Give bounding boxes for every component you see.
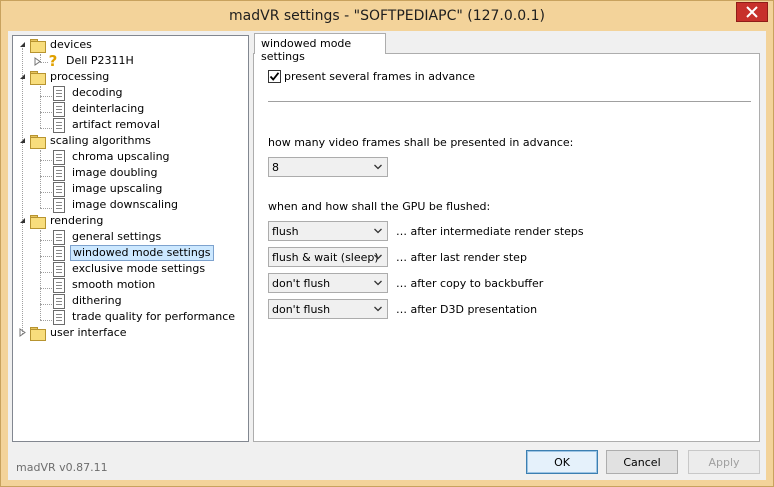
page-icon	[53, 181, 65, 197]
folder-icon	[29, 326, 46, 341]
flush-backbuffer-select[interactable]: don't flush	[268, 273, 388, 293]
gpu-flush-label: when and how shall the GPU be flushed:	[268, 200, 491, 213]
page-icon	[53, 117, 65, 133]
tree-item-devices[interactable]: devices	[29, 37, 94, 53]
page-icon	[53, 277, 65, 293]
present-frames-option[interactable]: present several frames in advance	[268, 70, 475, 83]
present-frames-label: present several frames in advance	[284, 70, 476, 83]
expand-user-interface-toggle[interactable]	[18, 328, 27, 337]
close-icon	[746, 6, 758, 18]
flush-last-step-select[interactable]: flush & wait (sleep)	[268, 247, 388, 267]
settings-window: madVR settings - "SOFTPEDIAPC" (127.0.0.…	[0, 0, 774, 487]
section-divider	[268, 101, 751, 102]
flush-last-step-label: … after last render step	[396, 251, 527, 264]
chevron-down-icon	[374, 254, 382, 260]
tree-item-image-upscaling[interactable]: image upscaling	[53, 181, 164, 197]
flush-intermediate-select[interactable]: flush	[268, 221, 388, 241]
unknown-device-icon: ?	[48, 52, 58, 70]
tree-item-image-downscaling[interactable]: image downscaling	[53, 197, 180, 213]
expanded-arrow-icon	[20, 138, 25, 143]
title-bar[interactable]: madVR settings - "SOFTPEDIAPC" (127.0.0.…	[1, 1, 773, 31]
tree-item-image-doubling[interactable]: image doubling	[53, 165, 160, 181]
folder-icon	[29, 134, 46, 149]
frames-in-advance-select[interactable]: 8	[268, 157, 388, 177]
tree-item-scaling-algorithms[interactable]: scaling algorithms	[29, 133, 153, 149]
tree-item-exclusive-mode-settings[interactable]: exclusive mode settings	[53, 261, 207, 277]
tree-item-artifact-removal[interactable]: artifact removal	[53, 117, 162, 133]
ok-button[interactable]: OK	[526, 450, 598, 474]
tree-item-dell-p2311h[interactable]: ? Dell P2311H	[45, 53, 136, 69]
expand-device-toggle[interactable]	[33, 57, 42, 66]
chevron-down-icon	[374, 306, 382, 312]
folder-icon	[29, 38, 46, 53]
tree-item-windowed-mode-settings[interactable]: windowed mode settings	[53, 245, 214, 261]
flush-intermediate-label: … after intermediate render steps	[396, 225, 584, 238]
tree-item-general-settings[interactable]: general settings	[53, 229, 163, 245]
collapse-devices-toggle[interactable]	[18, 40, 27, 49]
tree-item-deinterlacing[interactable]: deinterlacing	[53, 101, 146, 117]
page-icon	[53, 165, 65, 181]
flush-d3d-label: … after D3D presentation	[396, 303, 538, 316]
settings-tree[interactable]: devices ? Dell P2311H processing decoding…	[12, 35, 249, 442]
windowed-mode-settings-panel: present several frames in advance how ma…	[253, 53, 760, 442]
version-label: madVR v0.87.11	[16, 461, 108, 474]
expanded-arrow-icon	[20, 218, 25, 223]
checkmark-icon	[269, 72, 280, 81]
expanded-arrow-icon	[20, 74, 25, 79]
page-icon	[53, 85, 65, 101]
chevron-down-icon	[374, 228, 382, 234]
page-icon	[53, 261, 65, 277]
tree-item-rendering[interactable]: rendering	[29, 213, 105, 229]
apply-button[interactable]: Apply	[688, 450, 760, 474]
tree-item-processing[interactable]: processing	[29, 69, 111, 85]
page-icon	[53, 149, 65, 165]
flush-backbuffer-label: … after copy to backbuffer	[396, 277, 544, 290]
frames-in-advance-label: how many video frames shall be presented…	[268, 136, 574, 149]
close-button[interactable]	[736, 2, 768, 22]
page-icon	[53, 229, 65, 245]
collapse-scaling-toggle[interactable]	[18, 136, 27, 145]
tree-item-chroma-upscaling[interactable]: chroma upscaling	[53, 149, 172, 165]
page-icon	[53, 293, 65, 309]
tree-item-decoding[interactable]: decoding	[53, 85, 125, 101]
tree-item-trade-quality[interactable]: trade quality for performance	[53, 309, 237, 325]
collapsed-arrow-icon	[19, 328, 26, 337]
folder-icon	[29, 214, 46, 229]
expanded-arrow-icon	[20, 42, 25, 47]
collapse-processing-toggle[interactable]	[18, 72, 27, 81]
tree-item-dithering[interactable]: dithering	[53, 293, 124, 309]
page-icon	[53, 197, 65, 213]
present-frames-checkbox[interactable]	[268, 70, 281, 83]
chevron-down-icon	[374, 280, 382, 286]
tree-item-user-interface[interactable]: user interface	[29, 325, 129, 341]
collapsed-arrow-icon	[34, 57, 41, 66]
tree-item-smooth-motion[interactable]: smooth motion	[53, 277, 157, 293]
folder-icon	[29, 70, 46, 85]
window-title: madVR settings - "SOFTPEDIAPC" (127.0.0.…	[229, 8, 545, 24]
dialog-client-area: devices ? Dell P2311H processing decoding…	[8, 31, 766, 480]
page-icon	[53, 309, 65, 325]
flush-d3d-select[interactable]: don't flush	[268, 299, 388, 319]
cancel-button[interactable]: Cancel	[606, 450, 678, 474]
tab-windowed-mode-settings[interactable]: windowed mode settings	[254, 33, 386, 63]
page-icon	[53, 245, 65, 261]
page-icon	[53, 101, 65, 117]
collapse-rendering-toggle[interactable]	[18, 216, 27, 225]
chevron-down-icon	[374, 164, 382, 170]
